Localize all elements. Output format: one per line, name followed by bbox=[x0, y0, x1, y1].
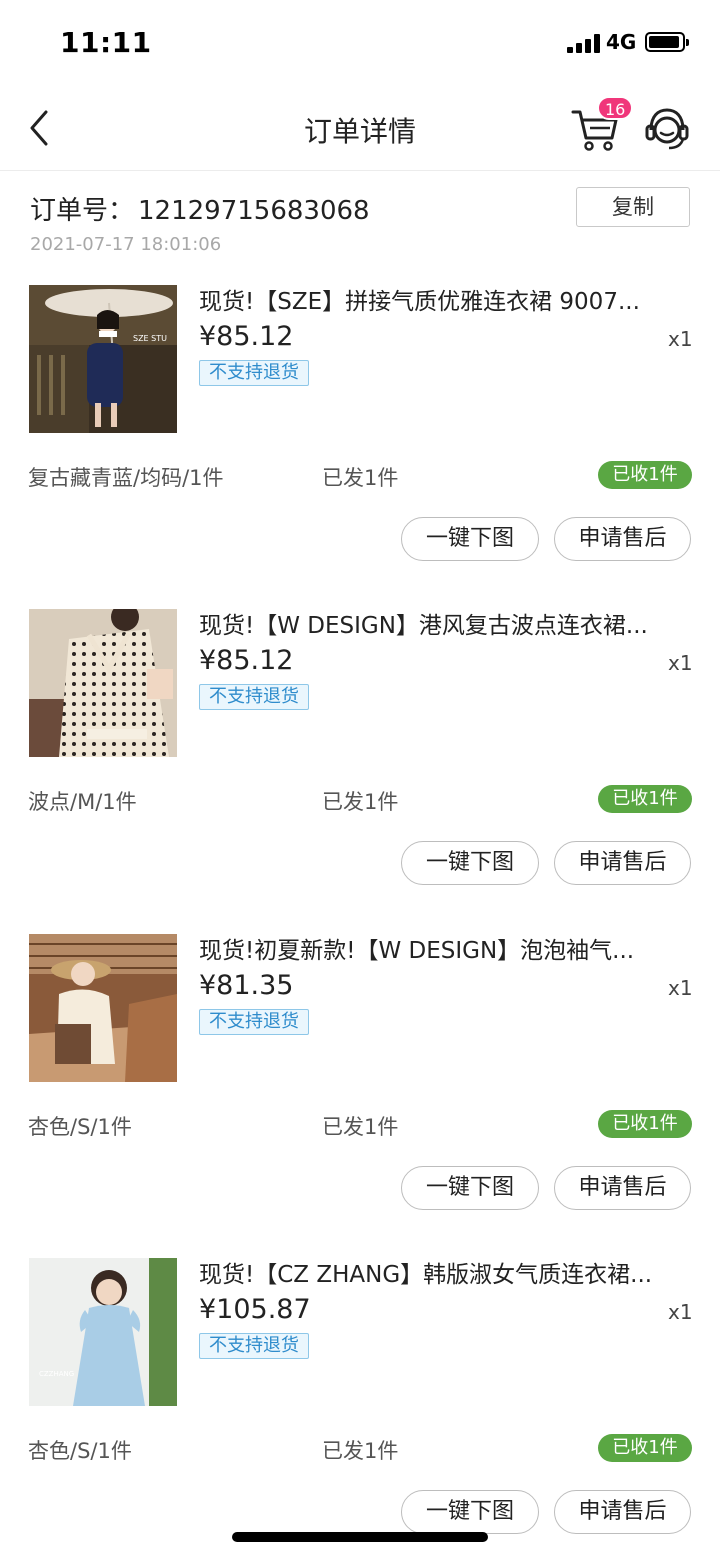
nav-bar: 订单详情 16 bbox=[0, 86, 720, 171]
order-item: SZE STU 现货!【SZE】拼接气质优雅连衣裙 9007... ¥85.12… bbox=[0, 285, 720, 585]
download-images-button[interactable]: 一键下图 bbox=[401, 841, 539, 885]
shipped-count: 已发1件 bbox=[322, 466, 399, 490]
status-bar: 11:11 4G bbox=[0, 0, 720, 86]
battery-icon bbox=[645, 32, 689, 52]
product-spec: 复古藏青蓝/均码/1件 bbox=[28, 466, 224, 490]
customer-service-icon[interactable] bbox=[642, 104, 692, 154]
after-sale-button[interactable]: 申请售后 bbox=[554, 1490, 691, 1534]
order-item: 现货!初夏新款!【W DESIGN】泡泡袖气... ¥81.35 x1 不支持退… bbox=[0, 934, 720, 1234]
product-price: ¥85.12 bbox=[199, 645, 294, 676]
product-image[interactable]: SZE STU bbox=[29, 285, 177, 433]
no-return-tag: 不支持退货 bbox=[199, 1333, 309, 1359]
order-number-row: 订单号： 12129715683068 bbox=[30, 190, 370, 227]
product-image[interactable] bbox=[29, 609, 177, 757]
copy-button[interactable]: 复制 bbox=[576, 187, 690, 227]
product-spec: 杏色/S/1件 bbox=[28, 1439, 132, 1463]
svg-text:SZE STU: SZE STU bbox=[133, 334, 167, 343]
order-number: 12129715683068 bbox=[138, 196, 370, 226]
product-image[interactable] bbox=[29, 934, 177, 1082]
shipped-count: 已发1件 bbox=[322, 1115, 399, 1139]
product-quantity: x1 bbox=[668, 1300, 693, 1324]
home-indicator[interactable] bbox=[232, 1532, 488, 1542]
download-images-button[interactable]: 一键下图 bbox=[401, 1166, 539, 1210]
order-number-label: 订单号： bbox=[30, 196, 135, 226]
no-return-tag: 不支持退货 bbox=[199, 360, 309, 386]
network-type: 4G bbox=[606, 30, 637, 54]
product-title[interactable]: 现货!【CZ ZHANG】韩版淑女气质连衣裙... bbox=[199, 1255, 685, 1289]
product-spec: 波点/M/1件 bbox=[28, 790, 137, 814]
product-quantity: x1 bbox=[668, 651, 693, 675]
product-title[interactable]: 现货!初夏新款!【W DESIGN】泡泡袖气... bbox=[199, 931, 685, 965]
product-price: ¥105.87 bbox=[199, 1294, 311, 1325]
product-quantity: x1 bbox=[668, 976, 693, 1000]
received-badge: 已收1件 bbox=[598, 1110, 692, 1138]
product-price: ¥85.12 bbox=[199, 321, 294, 352]
product-spec: 杏色/S/1件 bbox=[28, 1115, 132, 1139]
shipped-count: 已发1件 bbox=[322, 790, 399, 814]
shipped-count: 已发1件 bbox=[322, 1439, 399, 1463]
product-title[interactable]: 现货!【SZE】拼接气质优雅连衣裙 9007... bbox=[199, 282, 685, 316]
after-sale-button[interactable]: 申请售后 bbox=[554, 1166, 691, 1210]
product-image[interactable]: CZZHANG bbox=[29, 1258, 177, 1406]
order-item: CZZHANG 现货!【CZ ZHANG】韩版淑女气质连衣裙... ¥105.8… bbox=[0, 1258, 720, 1558]
no-return-tag: 不支持退货 bbox=[199, 684, 309, 710]
order-item: 现货!【W DESIGN】港风复古波点连衣裙... ¥85.12 x1 不支持退… bbox=[0, 609, 720, 909]
download-images-button[interactable]: 一键下图 bbox=[401, 1490, 539, 1534]
product-price: ¥81.35 bbox=[199, 970, 294, 1001]
after-sale-button[interactable]: 申请售后 bbox=[554, 517, 691, 561]
product-title[interactable]: 现货!【W DESIGN】港风复古波点连衣裙... bbox=[199, 606, 685, 640]
received-badge: 已收1件 bbox=[598, 461, 692, 489]
status-time: 11:11 bbox=[60, 26, 152, 59]
received-badge: 已收1件 bbox=[598, 785, 692, 813]
svg-text:CZZHANG: CZZHANG bbox=[39, 1370, 74, 1378]
no-return-tag: 不支持退货 bbox=[199, 1009, 309, 1035]
download-images-button[interactable]: 一键下图 bbox=[401, 517, 539, 561]
order-date: 2021-07-17 18:01:06 bbox=[30, 234, 222, 255]
product-quantity: x1 bbox=[668, 327, 693, 351]
after-sale-button[interactable]: 申请售后 bbox=[554, 841, 691, 885]
signal-icon bbox=[567, 33, 603, 53]
cart-count-badge: 16 bbox=[597, 96, 634, 120]
received-badge: 已收1件 bbox=[598, 1434, 692, 1462]
